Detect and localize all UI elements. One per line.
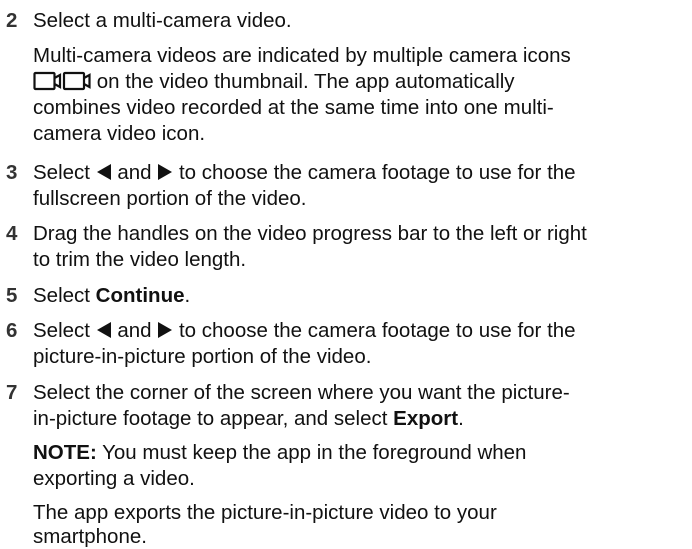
left-triangle-icon [96, 164, 111, 180]
step-number: 7 [6, 381, 18, 404]
note-line: exporting a video. [33, 467, 195, 490]
body-line: on the video thumbnail. The app automati… [33, 69, 515, 94]
body-line: combines video recorded at the same time… [33, 96, 554, 119]
text-fragment: . [184, 284, 191, 307]
text-fragment: and [111, 319, 158, 342]
step-text: Select a multi-camera video. [33, 9, 292, 32]
text-fragment: in-picture footage to appear, and select [33, 407, 394, 430]
right-triangle-icon [158, 322, 173, 338]
ui-label-export: Export [393, 407, 459, 430]
text-fragment: and [111, 161, 158, 184]
result-line: smartphone. [33, 525, 147, 548]
step-text: fullscreen portion of the video. [33, 187, 307, 210]
step-number: 4 [6, 222, 18, 245]
step-text: in-picture footage to appear, and select… [33, 406, 464, 431]
text-fragment: to choose the camera footage to use for … [173, 161, 576, 184]
step-text: picture-in-picture portion of the video. [33, 345, 372, 368]
text-fragment: You must keep the app in the foreground … [96, 441, 527, 464]
right-triangle-icon [158, 164, 173, 180]
text-fragment: Select [33, 161, 96, 184]
step-text: Select and to choose the camera footage … [33, 160, 576, 185]
step-number: 5 [6, 284, 18, 307]
step-text: Select and to choose the camera footage … [33, 318, 576, 343]
step-text: to trim the video length. [33, 248, 247, 271]
text-fragment: . [458, 407, 464, 430]
body-line: camera video icon. [33, 122, 206, 145]
body-line: Multi-camera videos are indicated by mul… [33, 44, 571, 67]
step-text: Select the corner of the screen where yo… [33, 381, 570, 404]
result-line: The app exports the picture-in-picture v… [33, 501, 497, 524]
body-text: on the video thumbnail. The app automati… [91, 70, 515, 93]
step-number: 6 [6, 319, 18, 342]
text-fragment: Select [33, 319, 96, 342]
text-fragment: Select [33, 284, 96, 307]
text-fragment: to choose the camera footage to use for … [173, 319, 576, 342]
left-triangle-icon [96, 322, 111, 338]
step-number: 2 [6, 9, 18, 32]
note-line: NOTE: You must keep the app in the foreg… [33, 440, 526, 465]
step-text: Select Continue. [33, 283, 190, 308]
camera-icon [33, 71, 91, 91]
step-text: Drag the handles on the video progress b… [33, 222, 587, 245]
note-label: NOTE: [33, 441, 97, 464]
step-number: 3 [6, 161, 18, 184]
ui-label-continue: Continue [95, 284, 185, 307]
